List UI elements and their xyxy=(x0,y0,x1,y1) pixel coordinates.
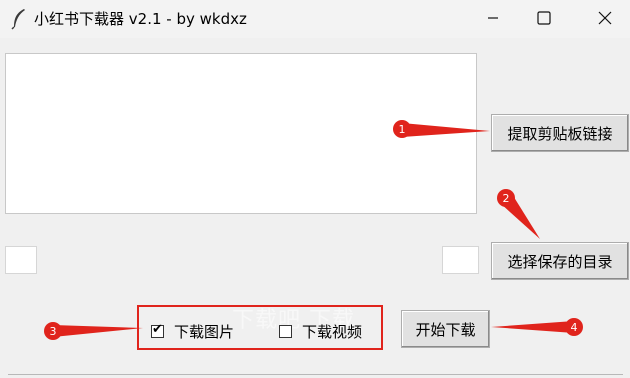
annotation-marker-3: 3 xyxy=(50,325,57,338)
annotation-marker-1: 1 xyxy=(399,123,406,136)
bottom-divider xyxy=(8,374,623,375)
annotation-arrow-2: 2 xyxy=(497,189,540,239)
annotation-arrow-3: 3 xyxy=(44,322,143,340)
annotation-marker-4: 4 xyxy=(571,321,578,334)
annotation-marker-2: 2 xyxy=(503,192,510,205)
annotation-overlay: 1 2 3 4 xyxy=(44,120,583,340)
annotation-arrow-1: 1 xyxy=(393,120,490,138)
annotation-arrow-4: 4 xyxy=(491,318,583,336)
